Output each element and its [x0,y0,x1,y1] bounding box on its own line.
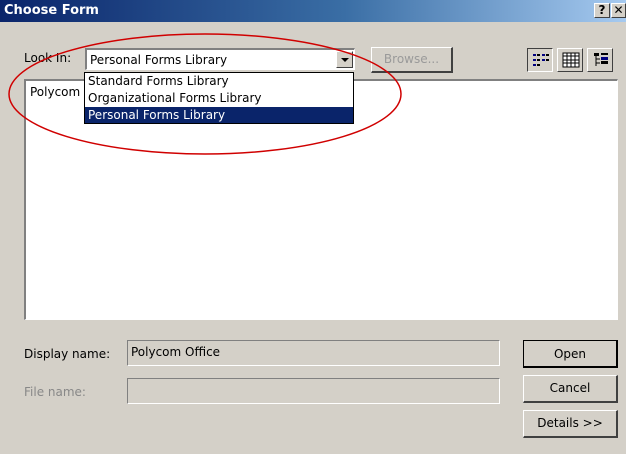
display-name-label: Display name: [24,347,111,361]
help-button[interactable]: ? [594,3,610,18]
look-in-dropdown-list[interactable]: Standard Forms Library Organizational Fo… [84,72,354,124]
choose-form-dialog: Choose Form ? ✕ Look In: Personal Forms … [0,0,626,454]
large-icons-view-button[interactable] [527,48,553,72]
file-name-label: File name: [24,385,86,399]
look-in-label: Look In: [24,51,72,65]
close-button[interactable]: ✕ [611,3,626,18]
window-title: Choose Form [4,3,99,18]
details-button[interactable]: Details >> [523,410,618,438]
browse-button[interactable]: Browse... [371,47,453,73]
large-icons-view-icon [533,54,549,66]
dropdown-option-organizational[interactable]: Organizational Forms Library [85,90,353,106]
look-in-value: Personal Forms Library [90,53,228,67]
display-name-field[interactable]: Polycom Office [127,340,500,366]
list-view-button[interactable] [557,48,583,72]
details-view-icon [594,53,608,66]
details-view-button[interactable] [587,48,613,72]
list-view-icon [562,52,580,68]
cancel-button[interactable]: Cancel [523,375,618,403]
look-in-combobox[interactable]: Personal Forms Library [85,48,355,70]
dropdown-option-standard[interactable]: Standard Forms Library [85,73,353,89]
dropdown-option-personal[interactable]: Personal Forms Library [85,107,353,123]
open-button[interactable]: Open [523,340,618,368]
file-name-field[interactable] [127,378,500,404]
list-item[interactable]: Polycom [30,85,80,99]
display-name-value: Polycom Office [131,345,221,359]
title-bar[interactable]: Choose Form ? ✕ [0,0,626,22]
combo-dropdown-arrow-icon[interactable] [336,51,353,68]
